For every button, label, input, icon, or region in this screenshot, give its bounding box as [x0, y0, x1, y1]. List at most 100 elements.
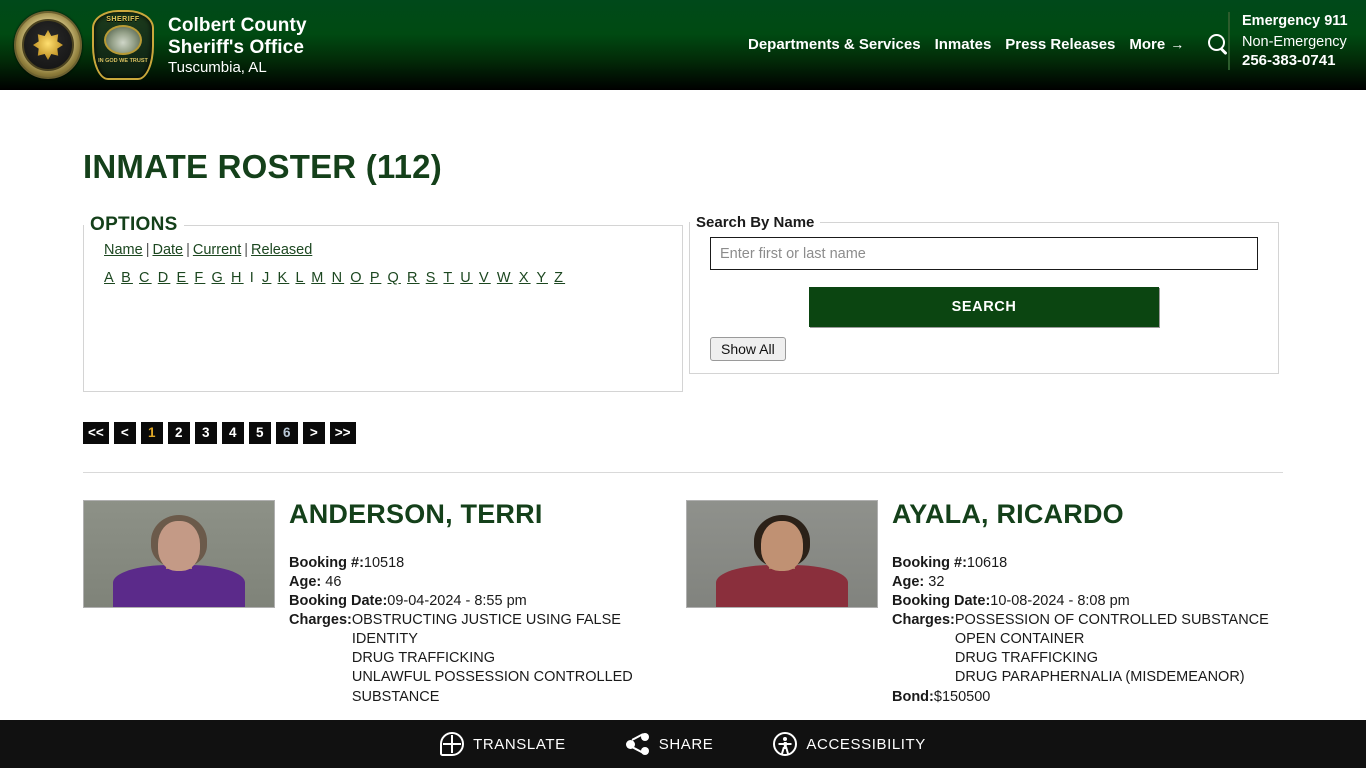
alphabet-filter-h[interactable]: H: [231, 270, 244, 286]
emergency-contact-block: Emergency 911 Non-Emergency 256-383-0741: [1228, 12, 1366, 71]
charge-item: OBSTRUCTING JUSTICE USING FALSE IDENTITY: [351, 612, 621, 648]
shield-top-text: SHERIFF: [106, 16, 140, 23]
accessibility-label: ACCESSIBILITY: [806, 735, 926, 753]
pagination-button-next[interactable]: >: [302, 422, 325, 444]
alphabet-filter-l[interactable]: L: [295, 270, 305, 286]
alphabet-filter-a[interactable]: A: [104, 270, 115, 286]
pagination-button-2[interactable]: 2: [167, 422, 190, 444]
alphabet-filter-f[interactable]: F: [194, 270, 205, 286]
arrow-right-icon: →: [1170, 36, 1185, 52]
alphabet-filter-r[interactable]: R: [407, 270, 420, 286]
age-row: Age: 32: [892, 573, 945, 590]
alphabet-filter-u[interactable]: U: [460, 270, 473, 286]
search-icon[interactable]: [1207, 33, 1229, 55]
booking-date-row: Booking Date:10-08-2024 - 8:08 pm: [892, 592, 1130, 609]
sort-links: Name | Date | Current | Released: [104, 240, 682, 262]
share-icon: [625, 732, 650, 756]
pagination-button-4[interactable]: 4: [221, 422, 244, 444]
inmate-name[interactable]: AYALA, RICARDO: [892, 499, 1283, 530]
page-title: INMATE ROSTER (112): [83, 148, 442, 185]
brand[interactable]: SHERIFF IN GOD WE TRUST Colbert County S…: [14, 0, 307, 80]
sort-link-released[interactable]: Released: [251, 242, 312, 258]
pagination-button-1[interactable]: 1: [140, 422, 163, 444]
alphabet-filter-o[interactable]: O: [350, 270, 363, 286]
alphabet-filter-x[interactable]: X: [519, 270, 531, 286]
alphabet-filter-w[interactable]: W: [497, 270, 513, 286]
translate-label: TRANSLATE: [473, 735, 566, 753]
alphabet-filter-b[interactable]: B: [121, 270, 133, 286]
search-button[interactable]: SEARCH: [809, 287, 1159, 327]
inmate-details: ANDERSON, TERRI Booking #:10518 Age: 46 Boo…: [289, 499, 680, 707]
inmate-mugshot[interactable]: [83, 500, 275, 608]
alphabet-filter-g[interactable]: G: [212, 270, 225, 286]
alphabet-filter-z[interactable]: Z: [554, 270, 565, 286]
accessibility-icon: [773, 732, 798, 756]
site-header: SHERIFF IN GOD WE TRUST Colbert County S…: [0, 0, 1366, 90]
nav-item-press-releases[interactable]: Press Releases: [1005, 36, 1115, 53]
pagination-button-prevprev[interactable]: <<: [83, 422, 109, 444]
booking-number-row: Booking #:10518: [289, 554, 405, 571]
inmate-fields: Booking #:10618 Age: 32 Booking Date:10-08…: [892, 554, 1283, 707]
alphabet-filter-j[interactable]: J: [262, 270, 271, 286]
show-all-button[interactable]: Show All: [710, 337, 786, 361]
inmate-name[interactable]: ANDERSON, TERRI: [289, 499, 680, 530]
inmate-mugshot[interactable]: [686, 500, 878, 608]
non-emergency-phone[interactable]: 256-383-0741: [1242, 51, 1366, 70]
separator: |: [186, 242, 190, 258]
sheriff-round-badge-icon: [14, 11, 82, 79]
charge-item: DRUG TRAFFICKING: [954, 650, 1098, 667]
sort-link-date[interactable]: Date: [152, 242, 183, 258]
alphabet-filter-s[interactable]: S: [426, 270, 438, 286]
alphabet-filter-i: I: [249, 269, 256, 286]
sort-link-name[interactable]: Name: [104, 242, 143, 258]
alphabet-filter-n[interactable]: N: [332, 270, 345, 286]
alphabet-filter-d[interactable]: D: [158, 270, 171, 286]
options-body: Name | Date | Current | Released A B C D E F G…: [84, 236, 682, 286]
main-content: INMATE ROSTER (112) OPTIONS Name | Date | Cu…: [0, 90, 1366, 707]
inmate-details: AYALA, RICARDO Booking #:10618 Age: 32 Book…: [892, 499, 1283, 707]
controls-row: OPTIONS Name | Date | Current | Released A B C…: [83, 214, 1283, 392]
accessibility-button[interactable]: ACCESSIBILITY: [773, 732, 926, 756]
nav-item-departments-services[interactable]: Departments & Services: [748, 36, 921, 53]
inmate-record: ANDERSON, TERRI Booking #:10518 Age: 46 Boo…: [83, 499, 680, 707]
charge-item: UNLAWFUL POSSESSION CONTROLLED SUBSTANCE: [351, 669, 633, 705]
booking-date-row: Booking Date:09-04-2024 - 8:55 pm: [289, 592, 527, 609]
pagination: << <1 2 3 4 5 6 > >>: [83, 422, 1283, 444]
charge-item: DRUG PARAPHERNALIA (MISDEMEANOR): [954, 669, 1245, 686]
translate-button[interactable]: TRANSLATE: [440, 732, 566, 756]
nav-more-label: More: [1129, 35, 1166, 53]
bond-row: Bond:$150500: [892, 688, 991, 705]
alphabet-filter-k[interactable]: K: [278, 270, 290, 286]
separator: |: [244, 242, 249, 258]
alphabet-filter-y[interactable]: Y: [536, 270, 548, 286]
search-input[interactable]: [710, 237, 1258, 270]
sort-link-current[interactable]: Current: [193, 242, 241, 258]
pagination-button-prev[interactable]: <: [113, 422, 136, 444]
separator: |: [145, 242, 150, 258]
alphabet-filter-p[interactable]: P: [370, 270, 382, 286]
alphabet-filter-m[interactable]: M: [311, 270, 325, 286]
alphabet-filter-t[interactable]: T: [443, 270, 454, 286]
search-body: SEARCH Show All: [690, 231, 1278, 361]
inmate-records-list: ANDERSON, TERRI Booking #:10518 Age: 46 Boo…: [83, 499, 1283, 707]
divider: [83, 472, 1283, 473]
charges-label: Charges:: [892, 612, 955, 629]
alphabet-filter-c[interactable]: C: [139, 270, 152, 286]
pagination-button-3[interactable]: 3: [194, 422, 217, 444]
alphabet-filter: A B C D E F G H I J K L M N O P Q R S T …: [104, 270, 682, 286]
nav-item-more[interactable]: More →: [1129, 36, 1184, 53]
alphabet-filter-e[interactable]: E: [176, 270, 188, 286]
charges-list: OBSTRUCTING JUSTICE USING FALSE IDENTITY…: [352, 611, 680, 707]
pagination-button-5[interactable]: 5: [248, 422, 271, 444]
search-legend: Search By Name: [696, 214, 815, 231]
alphabet-filter-v[interactable]: V: [479, 270, 491, 286]
alphabet-filter-q[interactable]: Q: [387, 270, 400, 286]
pagination-button-6[interactable]: 6: [275, 422, 298, 444]
charge-item: OPEN CONTAINER: [954, 631, 1085, 648]
share-button[interactable]: SHARE: [625, 732, 714, 756]
charge-item: DRUG TRAFFICKING: [351, 650, 495, 667]
utility-footer-bar: TRANSLATE SHARE ACCESSIBILITY: [0, 720, 1366, 768]
pagination-button-nextnext[interactable]: >>: [329, 422, 356, 444]
nav-item-inmates[interactable]: Inmates: [935, 36, 992, 53]
agency-name-line1: Colbert County: [168, 15, 307, 37]
